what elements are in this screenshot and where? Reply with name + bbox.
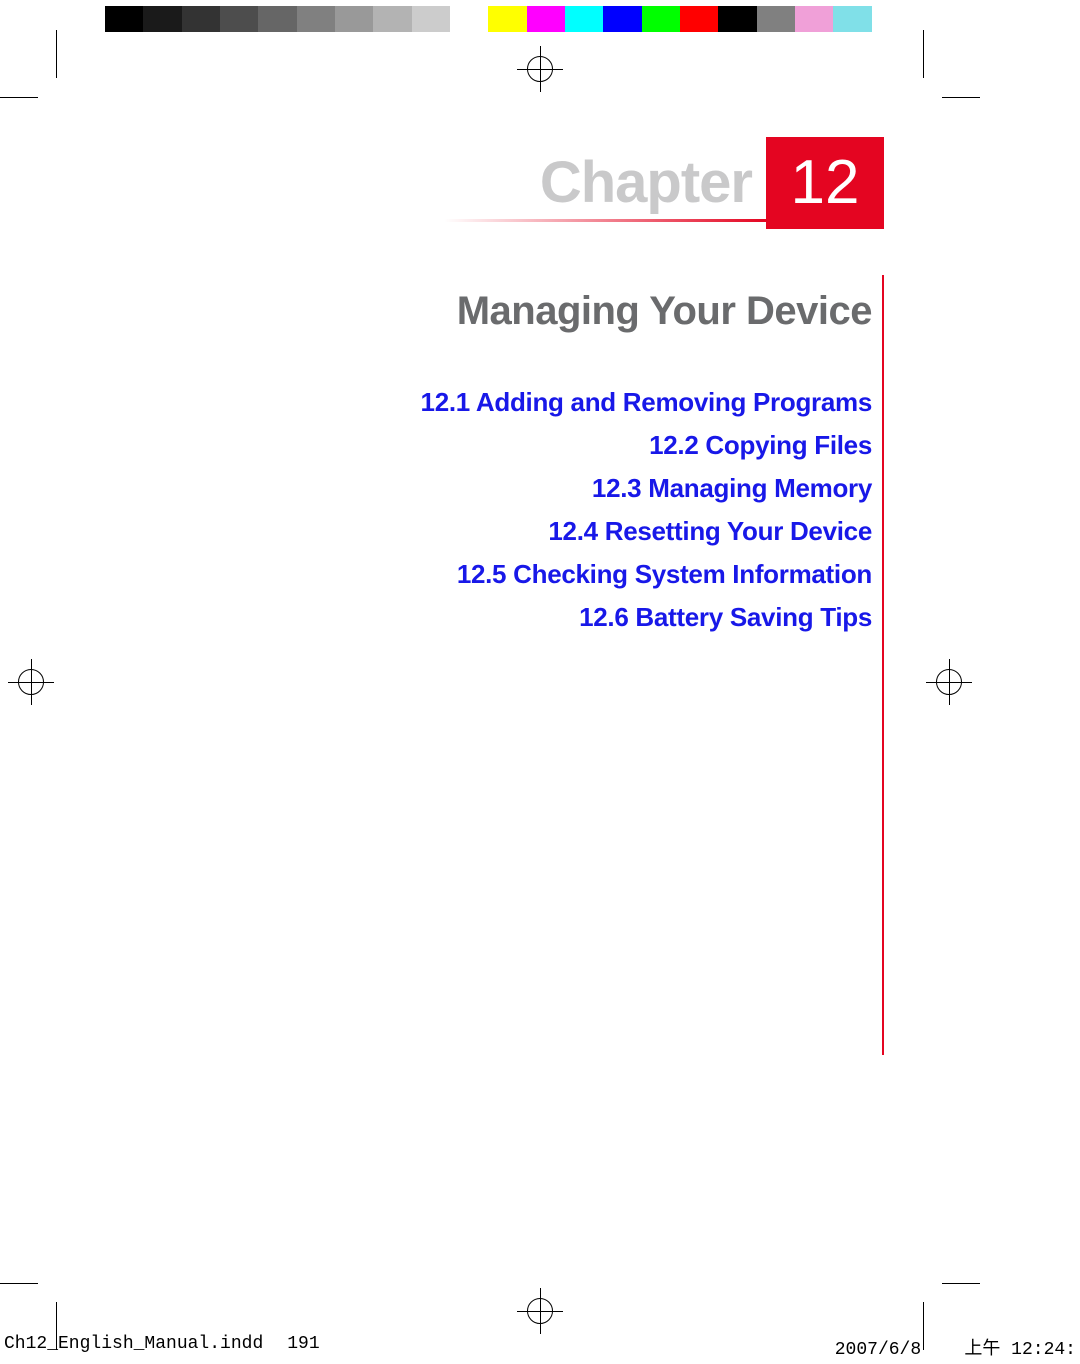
calibration-swatch — [757, 6, 795, 32]
toc-item: 12.1 Adding and Removing Programs — [421, 387, 872, 418]
slug-date: 2007/6/8 — [835, 1340, 921, 1360]
page-content: Chapter 12 Managing Your Device 12.1 Add… — [56, 97, 924, 1284]
calibration-swatch — [258, 6, 296, 32]
calibration-swatch — [488, 6, 526, 32]
registration-mark-bottom — [517, 1288, 563, 1334]
calibration-swatch — [795, 6, 833, 32]
calibration-swatch — [182, 6, 220, 32]
chapter-heading: Chapter 12 — [540, 137, 884, 229]
registration-mark-left — [8, 659, 54, 705]
color-calibration-bar — [105, 6, 910, 32]
slug-filename: Ch12_English_Manual.indd — [4, 1334, 263, 1360]
crop-mark — [56, 30, 57, 78]
slug-time: 上午 12:24: — [964, 1340, 1076, 1360]
calibration-swatch — [527, 6, 565, 32]
calibration-swatch — [335, 6, 373, 32]
chapter-label: Chapter — [540, 154, 766, 212]
registration-mark-top — [517, 46, 563, 92]
chapter-underline — [444, 219, 766, 222]
calibration-swatch — [143, 6, 181, 32]
calibration-swatch — [680, 6, 718, 32]
calibration-swatch — [297, 6, 335, 32]
crop-mark — [0, 1283, 38, 1284]
crop-mark — [942, 97, 980, 98]
table-of-contents: 12.1 Adding and Removing Programs 12.2 Co… — [421, 387, 872, 633]
toc-item: 12.5 Checking System Information — [421, 559, 872, 590]
calibration-swatch — [373, 6, 411, 32]
vertical-rule — [882, 275, 884, 1055]
toc-item: 12.3 Managing Memory — [421, 473, 872, 504]
calibration-swatch — [603, 6, 641, 32]
calibration-swatch — [565, 6, 603, 32]
slug-page: 191 — [287, 1334, 319, 1360]
calibration-swatch — [833, 6, 871, 32]
crop-mark — [942, 1283, 980, 1284]
crop-mark — [923, 30, 924, 78]
toc-item: 12.2 Copying Files — [421, 430, 872, 461]
chapter-number: 12 — [791, 152, 860, 214]
calibration-swatch — [220, 6, 258, 32]
calibration-swatch — [450, 6, 488, 32]
registration-mark-right — [926, 659, 972, 705]
calibration-swatch — [105, 6, 143, 32]
calibration-swatch — [718, 6, 756, 32]
chapter-number-box: 12 — [766, 137, 884, 229]
crop-mark — [0, 97, 38, 98]
toc-item: 12.6 Battery Saving Tips — [421, 602, 872, 633]
calibration-swatch — [412, 6, 450, 32]
calibration-swatch — [872, 6, 910, 32]
toc-item: 12.4 Resetting Your Device — [421, 516, 872, 547]
print-slug: Ch12_English_Manual.indd 191 2007/6/8 上午… — [0, 1334, 1080, 1360]
calibration-swatch — [642, 6, 680, 32]
chapter-title: Managing Your Device — [457, 289, 872, 334]
